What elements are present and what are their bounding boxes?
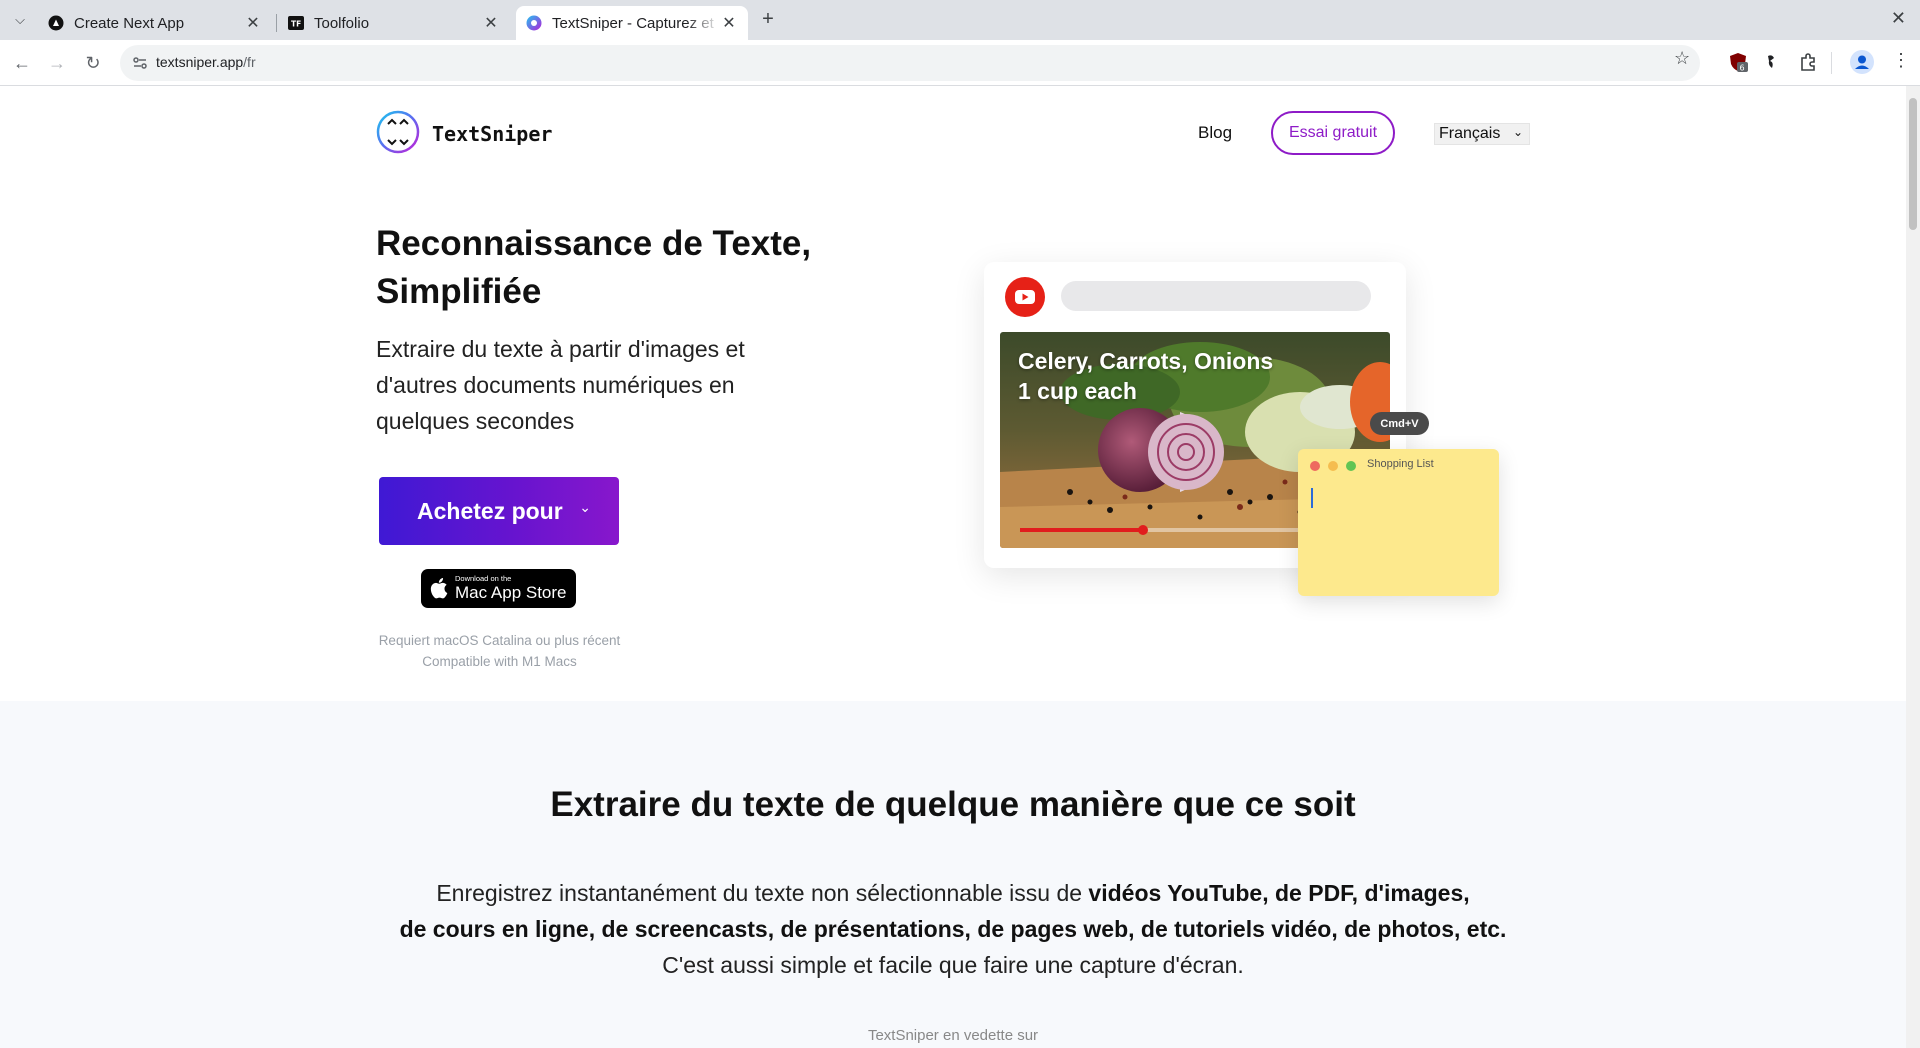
- tab-title: Toolfolio: [314, 14, 370, 32]
- tab-toolfolio[interactable]: TF Toolfolio ✕: [278, 6, 510, 40]
- window-close-icon[interactable]: ✕: [1891, 8, 1906, 29]
- tab-strip: ⌵ Create Next App ✕ TF Toolfolio ✕ TextS…: [0, 0, 1920, 40]
- scrollbar-thumb[interactable]: [1909, 98, 1917, 230]
- video-progress-knob: [1137, 525, 1148, 535]
- youtube-icon: [1005, 277, 1045, 317]
- toolbar-divider: [1831, 52, 1832, 74]
- reload-button[interactable]: ↻: [80, 50, 106, 76]
- buy-button-label: Achetez pour: [417, 497, 563, 524]
- page-viewport: TextSniper Blog Essai gratuit Français ⌄…: [0, 86, 1906, 1048]
- caption-line-2: 1 cup each: [1018, 378, 1137, 404]
- zoom-dot-icon: [1346, 461, 1356, 471]
- tab-divider: [276, 14, 277, 32]
- video-progress-fill: [1020, 528, 1143, 532]
- extension-badge: 6: [1740, 64, 1745, 73]
- arrow-left-icon: ←: [13, 52, 31, 73]
- description-bold-2: de cours en ligne, de screencasts, de pr…: [399, 916, 1507, 942]
- section-title: Extraire du texte de quelque manière que…: [550, 785, 1356, 824]
- requirement-m1: Compatible with M1 Macs: [422, 654, 577, 669]
- kebab-menu-icon[interactable]: ⋮: [1892, 50, 1910, 71]
- description-plain-1: Enregistrez instantanément du texte non …: [436, 880, 1089, 906]
- new-tab-button[interactable]: +: [756, 8, 780, 32]
- section-description: Enregistrez instantanément du texte non …: [0, 875, 1906, 983]
- video-caption: Celery, Carrots, Onions 1 cup each: [1018, 346, 1273, 406]
- free-trial-button[interactable]: Essai gratuit: [1271, 111, 1395, 155]
- tab-create-next-app[interactable]: Create Next App ✕: [38, 6, 272, 40]
- close-tab-icon[interactable]: ✕: [482, 13, 500, 33]
- requirement-macos: Requiert macOS Catalina ou plus récent: [378, 633, 621, 648]
- browser-toolbar: ← → ↻ textsniper.app/fr ☆ 6 ⋮: [0, 40, 1920, 86]
- language-selected: Français: [1439, 125, 1501, 142]
- textsniper-favicon-icon: [526, 15, 542, 31]
- tab-title: TextSniper - Capturez et: [552, 14, 714, 32]
- page-scrollbar[interactable]: [1906, 86, 1920, 1048]
- reload-icon: ↻: [85, 52, 101, 73]
- url-path: /fr: [243, 54, 256, 70]
- hero-subtitle: Extraire du texte à partir d'images et d…: [376, 336, 745, 434]
- toolfolio-favicon-icon: TF: [288, 16, 304, 30]
- apple-logo-icon: [430, 578, 448, 599]
- description-plain-2: C'est aussi simple et facile que faire u…: [662, 952, 1244, 978]
- appstore-big-text: Mac App Store: [455, 583, 567, 602]
- close-dot-icon: [1310, 461, 1320, 471]
- caption-line-1: Celery, Carrots, Onions: [1018, 348, 1274, 374]
- extensions-puzzle-icon[interactable]: [1798, 52, 1818, 72]
- close-tab-icon[interactable]: ✕: [720, 13, 738, 33]
- bookmark-star-icon[interactable]: ☆: [1674, 48, 1690, 69]
- minimize-dot-icon: [1328, 461, 1338, 471]
- note-title: Shopping List: [1367, 458, 1434, 470]
- mac-app-store-badge[interactable]: Download on the Mac App Store: [421, 569, 576, 608]
- forward-button[interactable]: →: [44, 50, 70, 76]
- close-tab-icon[interactable]: ✕: [244, 13, 262, 33]
- hero-title: Reconnaissance de Texte, Simplifiée: [376, 224, 812, 311]
- chevron-down-icon: ⌄: [579, 499, 591, 515]
- extension-icon[interactable]: [1762, 52, 1782, 72]
- profile-avatar-icon[interactable]: [1850, 50, 1874, 74]
- address-bar[interactable]: textsniper.app/fr: [120, 45, 1700, 81]
- description-bold-1: vidéos YouTube, de PDF, d'images,: [1088, 880, 1470, 906]
- requirements: Requiert macOS Catalina ou plus récent C…: [376, 630, 623, 672]
- language-select[interactable]: Français ⌄: [1434, 123, 1530, 145]
- tab-title: Create Next App: [74, 14, 185, 32]
- nextjs-favicon-icon: [48, 15, 64, 31]
- nav-blog-link[interactable]: Blog: [1198, 123, 1232, 143]
- search-bar-placeholder: [1061, 281, 1371, 311]
- chevron-down-icon: ⌄: [1512, 125, 1523, 139]
- textsniper-logo-icon[interactable]: [376, 110, 420, 154]
- chevron-down-icon: ⌵: [15, 12, 25, 27]
- ublock-extension-icon[interactable]: 6: [1728, 52, 1748, 72]
- appstore-small-text: Download on the: [455, 574, 512, 583]
- brand-name[interactable]: TextSniper: [432, 122, 552, 146]
- features-section: Extraire du texte de quelque manière que…: [0, 701, 1906, 1048]
- buy-button[interactable]: Achetez pour ⌄: [379, 477, 619, 545]
- svg-text:TF: TF: [291, 20, 301, 29]
- back-button[interactable]: ←: [9, 50, 35, 76]
- featured-on-label: TextSniper en vedette sur: [867, 1027, 1039, 1044]
- arrow-right-icon: →: [48, 52, 66, 73]
- text-cursor: [1311, 488, 1313, 508]
- url-text: textsniper.app/fr: [156, 54, 256, 70]
- shortcut-pill: Cmd+V: [1370, 412, 1429, 435]
- site-info-icon[interactable]: [132, 55, 148, 71]
- tab-textsniper[interactable]: TextSniper - Capturez et ✕: [516, 6, 748, 40]
- url-host: textsniper.app: [156, 54, 244, 70]
- sticky-note-window: Shopping List: [1298, 449, 1499, 596]
- tab-search-button[interactable]: ⌵: [8, 8, 32, 32]
